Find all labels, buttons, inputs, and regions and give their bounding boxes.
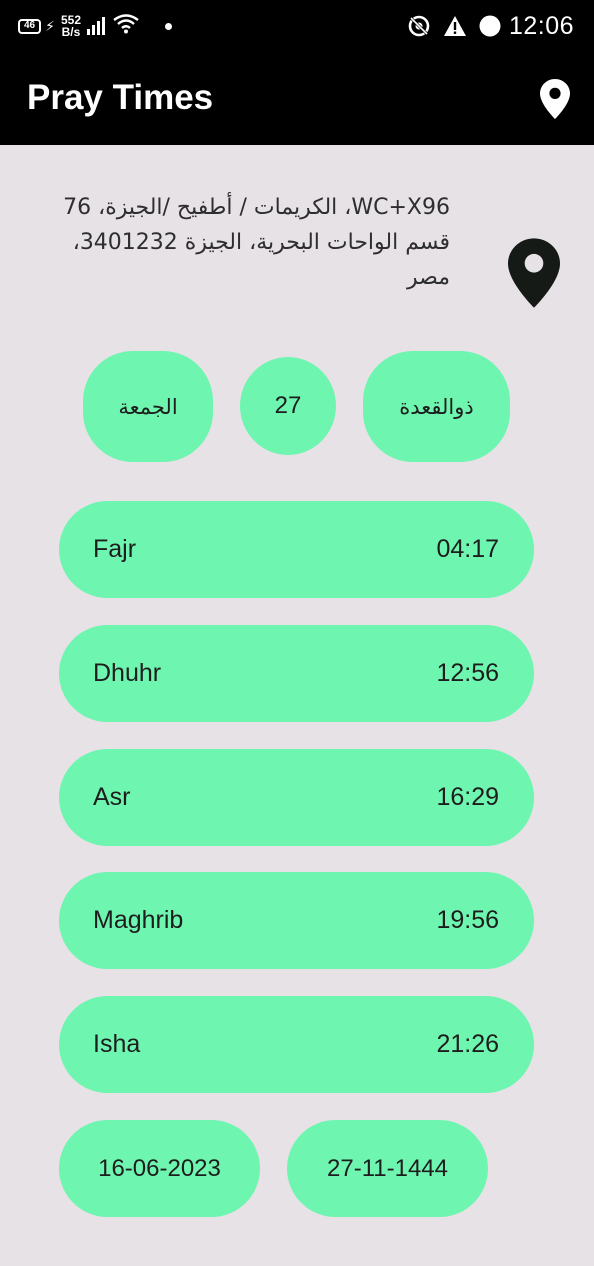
prayer-name: Maghrib — [93, 906, 184, 934]
location-pin-icon — [508, 238, 560, 313]
prayer-row-maghrib: Maghrib 19:56 — [59, 872, 534, 969]
status-left: 46 ⚡ 552 B/s — [18, 12, 172, 40]
data-saver-icon — [407, 14, 431, 38]
charging-bolt-icon: ⚡ — [45, 17, 55, 34]
app-title: Pray Times — [27, 78, 214, 117]
status-right: 12:06 — [395, 12, 574, 40]
hijri-day-number: 27 — [240, 357, 336, 455]
network-speed: 552 B/s — [61, 14, 81, 38]
prayer-time: 19:56 — [436, 906, 499, 934]
prayer-time: 21:26 — [436, 1030, 499, 1058]
prayer-row-fajr: Fajr 04:17 — [59, 501, 534, 598]
location-address: WC+X96، الكريمات / أطفيح /الجيزة، 76 قسم… — [63, 195, 450, 290]
prayer-name: Isha — [93, 1030, 141, 1058]
hijri-date: 27-11-1444 — [287, 1120, 488, 1217]
status-clock: 12:06 — [508, 11, 574, 40]
prayer-name: Dhuhr — [93, 659, 162, 687]
hijri-day-name: الجمعة — [83, 351, 213, 462]
prayer-row-isha: Isha 21:26 — [59, 996, 534, 1093]
location-pin-icon[interactable] — [540, 79, 570, 124]
app-bar: Pray Times — [0, 52, 594, 145]
prayer-row-dhuhr: Dhuhr 12:56 — [59, 625, 534, 722]
hijri-month-name: ذوالقعدة — [363, 351, 510, 462]
gregorian-date: 16-06-2023 — [59, 1120, 260, 1217]
prayer-time: 12:56 — [436, 659, 499, 687]
prayer-time: 16:29 — [436, 783, 499, 811]
prayer-time: 04:17 — [436, 535, 499, 563]
status-bar: 46 ⚡ 552 B/s 12:06 — [0, 0, 594, 52]
notification-dot-icon — [165, 22, 172, 30]
alert-icon — [443, 15, 467, 37]
wifi-icon — [113, 13, 139, 39]
circle-icon — [479, 15, 501, 37]
network-badge: 46 — [18, 18, 42, 34]
prayer-name: Fajr — [93, 535, 137, 563]
prayer-name: Asr — [93, 783, 131, 811]
prayer-row-asr: Asr 16:29 — [59, 749, 534, 846]
speed-unit: B/s — [61, 25, 81, 39]
signal-icon — [87, 17, 105, 35]
